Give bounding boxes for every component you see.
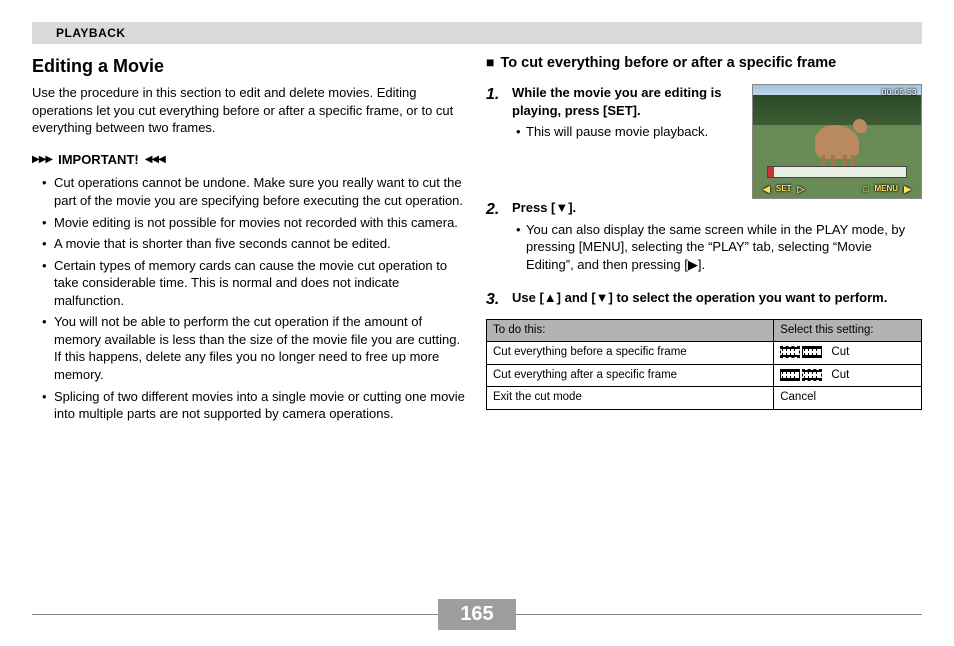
step-2: 2. Press [▼]. You can also display the s… (486, 199, 922, 277)
step-1: 1. While the movie you are editing is pl… (486, 84, 742, 145)
important-bullets: Cut operations cannot be undone. Make su… (32, 174, 468, 422)
table-cell-setting: Cut (774, 364, 922, 387)
important-label: IMPORTANT! (58, 151, 139, 169)
important-bullet: Splicing of two different movies into a … (54, 388, 468, 423)
set-button-label: SET (776, 184, 792, 195)
table-header-right: Select this setting: (774, 319, 922, 342)
table-row: Cut everything after a specific frame Cu… (487, 364, 922, 387)
menu-button-label: MENU (875, 184, 899, 195)
film-cut-before-icon (780, 346, 822, 358)
important-bullet: A movie that is shorter than five second… (54, 235, 468, 253)
step-3: 3. Use [▲] and [▼] to select the operati… (486, 289, 922, 311)
important-bullet: Cut operations cannot be undone. Make su… (54, 174, 468, 209)
nav-left-icon: ◀ (763, 183, 770, 195)
timecode-label: 00:05:53 (882, 88, 917, 99)
subsection-square-icon: ■ (486, 54, 494, 71)
step-number: 1. (486, 84, 504, 106)
right-column: ■ To cut everything before or after a sp… (486, 54, 922, 427)
step-title: While the movie you are editing is playi… (512, 84, 742, 119)
table-cell-desc: Exit the cut mode (487, 387, 774, 410)
intro-text: Use the procedure in this section to edi… (32, 84, 468, 137)
left-column: Editing a Movie Use the procedure in thi… (32, 54, 468, 427)
step-title: Press [▼]. (512, 199, 922, 217)
nav-right-icon: ▶ (904, 183, 911, 195)
important-arrows-left-icon: ▶▶▶ (32, 153, 52, 167)
table-row: Cut everything before a specific frame C… (487, 342, 922, 365)
important-arrows-right-icon: ◀◀◀ (145, 153, 165, 167)
subsection-title: To cut everything before or after a spec… (500, 54, 836, 72)
play-icon: ▷ (797, 183, 804, 195)
film-cut-after-icon (780, 369, 822, 381)
deer-icon (815, 125, 859, 159)
table-header-left: To do this: (487, 319, 774, 342)
table-cell-desc: Cut everything after a specific frame (487, 364, 774, 387)
operations-table: To do this: Select this setting: Cut eve… (486, 319, 922, 410)
page-number: 165 (438, 599, 515, 630)
scrub-bar (767, 166, 907, 178)
table-cell-setting: Cancel (774, 387, 922, 410)
important-bullet: Certain types of memory cards can cause … (54, 257, 468, 310)
table-cell-setting: Cut (774, 342, 922, 365)
table-row: Exit the cut mode Cancel (487, 387, 922, 410)
camera-screenshot: 00:05:53 ◀ SET ▷ □ MENU ▶ (752, 84, 922, 199)
section-title: Editing a Movie (32, 54, 468, 78)
important-bullet: Movie editing is not possible for movies… (54, 214, 468, 232)
table-cell-desc: Cut everything before a specific frame (487, 342, 774, 365)
chapter-header: PLAYBACK (32, 22, 922, 44)
important-bullet: You will not be able to perform the cut … (54, 313, 468, 383)
stop-icon: □ (863, 183, 868, 195)
page-footer: 165 (0, 599, 954, 630)
step-bullet: You can also display the same screen whi… (526, 221, 922, 274)
step-title: Use [▲] and [▼] to select the operation … (512, 289, 922, 307)
important-heading: ▶▶▶ IMPORTANT! ◀◀◀ (32, 151, 468, 169)
step-bullet: This will pause movie playback. (526, 123, 742, 141)
step-number: 3. (486, 289, 504, 311)
step-number: 2. (486, 199, 504, 221)
